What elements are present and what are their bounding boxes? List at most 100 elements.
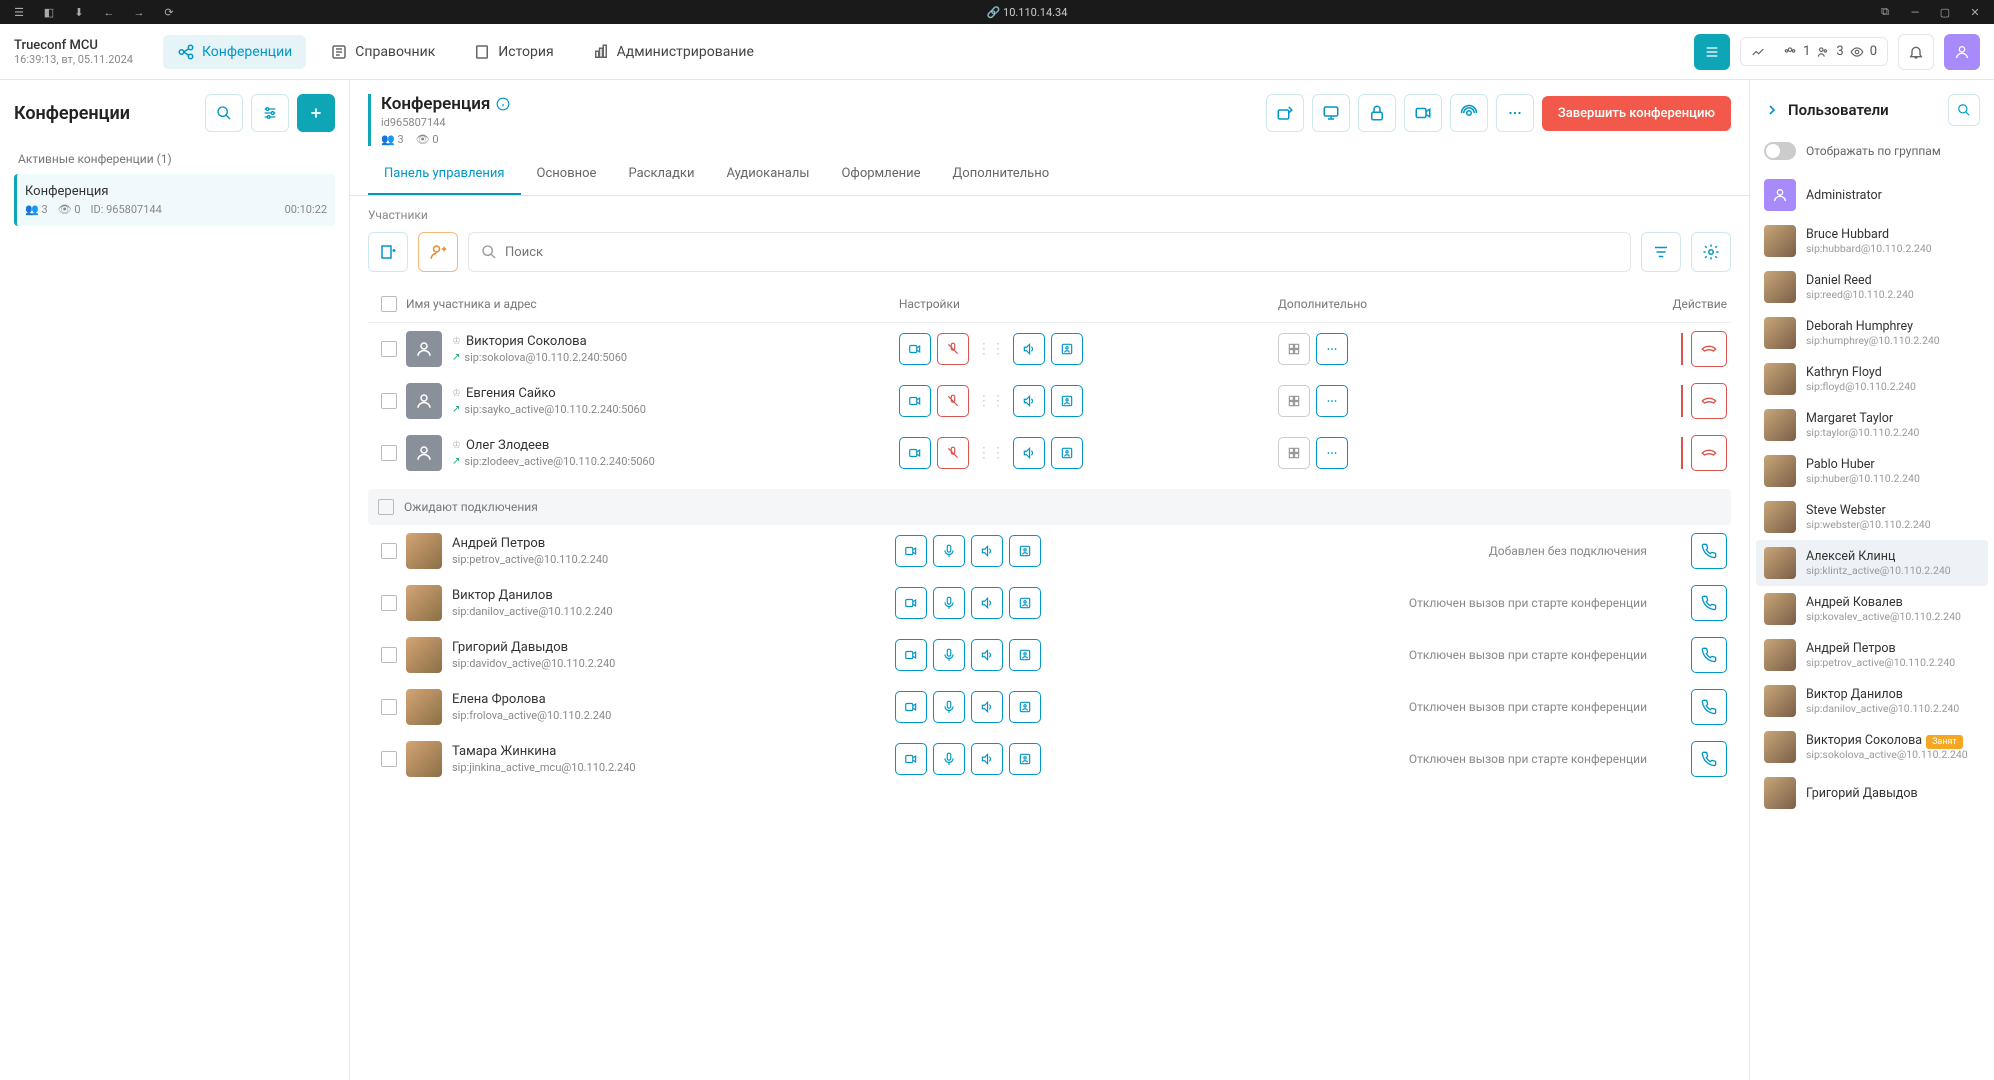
- call-button[interactable]: [1691, 533, 1727, 569]
- row-checkbox[interactable]: [381, 699, 397, 715]
- participant-search-box[interactable]: [468, 232, 1631, 272]
- minimize-icon[interactable]: —: [1908, 5, 1922, 19]
- mic-button[interactable]: [933, 639, 965, 671]
- nav-conferences[interactable]: Конференции: [163, 35, 306, 69]
- add-participant-button[interactable]: [368, 232, 408, 272]
- speaker-button[interactable]: [1013, 437, 1045, 469]
- profile-button[interactable]: [1051, 385, 1083, 417]
- profile-button[interactable]: [1009, 639, 1041, 671]
- monitor-button[interactable]: [1312, 94, 1350, 132]
- participant-search-input[interactable]: [505, 245, 1618, 260]
- speaker-button[interactable]: [971, 639, 1003, 671]
- user-item[interactable]: Deborah Humphrey sip:humphrey@10.110.2.2…: [1756, 310, 1988, 356]
- user-item[interactable]: Bruce Hubbard sip:hubbard@10.110.2.240: [1756, 218, 1988, 264]
- sort-button[interactable]: [1641, 232, 1681, 272]
- row-checkbox[interactable]: [381, 751, 397, 767]
- mic-off-button[interactable]: [937, 333, 969, 365]
- user-item[interactable]: Григорий Давыдов: [1756, 770, 1988, 816]
- user-item-admin[interactable]: Administrator: [1756, 172, 1988, 218]
- tab-layouts[interactable]: Раскладки: [612, 154, 710, 195]
- nav-history[interactable]: История: [459, 35, 567, 69]
- layout-button[interactable]: [1278, 333, 1310, 365]
- browser-menu-icon[interactable]: ☰: [12, 5, 26, 19]
- nav-directory[interactable]: Справочник: [316, 35, 449, 69]
- share-screen-button[interactable]: [1266, 94, 1304, 132]
- tab-control-panel[interactable]: Панель управления: [368, 154, 521, 195]
- end-conference-button[interactable]: Завершить конференцию: [1542, 96, 1731, 131]
- select-all-checkbox[interactable]: [381, 296, 397, 312]
- download-icon[interactable]: ⬇: [72, 5, 86, 19]
- drag-handle-icon[interactable]: ⋮⋮: [975, 385, 1007, 417]
- lock-button[interactable]: [1358, 94, 1396, 132]
- mic-button[interactable]: [933, 535, 965, 567]
- camera-button[interactable]: [895, 743, 927, 775]
- user-item[interactable]: Daniel Reed sip:reed@10.110.2.240: [1756, 264, 1988, 310]
- speaker-button[interactable]: [1013, 385, 1045, 417]
- list-view-button[interactable]: [1694, 34, 1730, 70]
- speaker-button[interactable]: [971, 691, 1003, 723]
- user-item[interactable]: Андрей Петров sip:petrov_active@10.110.2…: [1756, 632, 1988, 678]
- layout-button[interactable]: [1278, 385, 1310, 417]
- user-item[interactable]: Андрей Ковалев sip:kovalev_active@10.110…: [1756, 586, 1988, 632]
- group-toggle[interactable]: [1764, 142, 1796, 160]
- speaker-button[interactable]: [971, 743, 1003, 775]
- more-row-button[interactable]: [1316, 333, 1348, 365]
- reload-icon[interactable]: ⟳: [162, 5, 176, 19]
- user-menu-button[interactable]: [1944, 34, 1980, 70]
- back-icon[interactable]: ←: [102, 5, 116, 19]
- profile-button[interactable]: [1051, 437, 1083, 469]
- user-item[interactable]: Виктория СоколоваЗанят sip:sokolova_acti…: [1756, 724, 1988, 770]
- camera-button[interactable]: [895, 535, 927, 567]
- row-checkbox[interactable]: [381, 393, 397, 409]
- notifications-button[interactable]: [1898, 34, 1934, 70]
- mic-off-button[interactable]: [937, 437, 969, 469]
- maximize-icon[interactable]: ▢: [1938, 5, 1952, 19]
- tab-design[interactable]: Оформление: [825, 154, 936, 195]
- camera-button[interactable]: [895, 639, 927, 671]
- drag-handle-icon[interactable]: ⋮⋮: [975, 333, 1007, 365]
- speaker-button[interactable]: [971, 587, 1003, 619]
- close-window-icon[interactable]: ✕: [1968, 5, 1982, 19]
- profile-button[interactable]: [1009, 743, 1041, 775]
- camera-button[interactable]: [899, 437, 931, 469]
- hangup-button[interactable]: [1691, 383, 1727, 419]
- row-checkbox[interactable]: [381, 445, 397, 461]
- mic-button[interactable]: [933, 587, 965, 619]
- speaker-button[interactable]: [971, 535, 1003, 567]
- record-button[interactable]: [1404, 94, 1442, 132]
- camera-button[interactable]: [899, 333, 931, 365]
- select-all-waiting-checkbox[interactable]: [378, 499, 394, 515]
- speaker-button[interactable]: [1013, 333, 1045, 365]
- search-conferences-button[interactable]: [205, 94, 243, 132]
- mic-off-button[interactable]: [937, 385, 969, 417]
- more-button[interactable]: [1496, 94, 1534, 132]
- user-item[interactable]: Margaret Taylor sip:taylor@10.110.2.240: [1756, 402, 1988, 448]
- more-row-button[interactable]: [1316, 385, 1348, 417]
- user-item[interactable]: Pablo Huber sip:huber@10.110.2.240: [1756, 448, 1988, 494]
- nav-admin[interactable]: Администрирование: [578, 35, 768, 69]
- camera-button[interactable]: [895, 587, 927, 619]
- profile-button[interactable]: [1051, 333, 1083, 365]
- chevron-right-icon[interactable]: [1764, 102, 1780, 118]
- call-button[interactable]: [1691, 585, 1727, 621]
- row-checkbox[interactable]: [381, 595, 397, 611]
- sidebar-icon[interactable]: ◧: [42, 5, 56, 19]
- row-checkbox[interactable]: [381, 341, 397, 357]
- info-icon[interactable]: [496, 97, 510, 111]
- conference-list-item[interactable]: Конференция 👥 3 👁 0 ID: 965807144 00:10:…: [14, 174, 335, 226]
- row-checkbox[interactable]: [381, 647, 397, 663]
- camera-button[interactable]: [895, 691, 927, 723]
- mic-button[interactable]: [933, 743, 965, 775]
- tab-main[interactable]: Основное: [521, 154, 613, 195]
- user-item[interactable]: Steve Webster sip:webster@10.110.2.240: [1756, 494, 1988, 540]
- copy-icon[interactable]: ⧉: [1878, 5, 1892, 19]
- call-button[interactable]: [1691, 741, 1727, 777]
- camera-button[interactable]: [899, 385, 931, 417]
- hangup-button[interactable]: [1691, 331, 1727, 367]
- layout-button[interactable]: [1278, 437, 1310, 469]
- filter-conferences-button[interactable]: [251, 94, 289, 132]
- forward-icon[interactable]: →: [132, 5, 146, 19]
- profile-button[interactable]: [1009, 587, 1041, 619]
- user-item[interactable]: Виктор Данилов sip:danilov_active@10.110…: [1756, 678, 1988, 724]
- user-item[interactable]: Алексей Клинц sip:klintz_active@10.110.2…: [1756, 540, 1988, 586]
